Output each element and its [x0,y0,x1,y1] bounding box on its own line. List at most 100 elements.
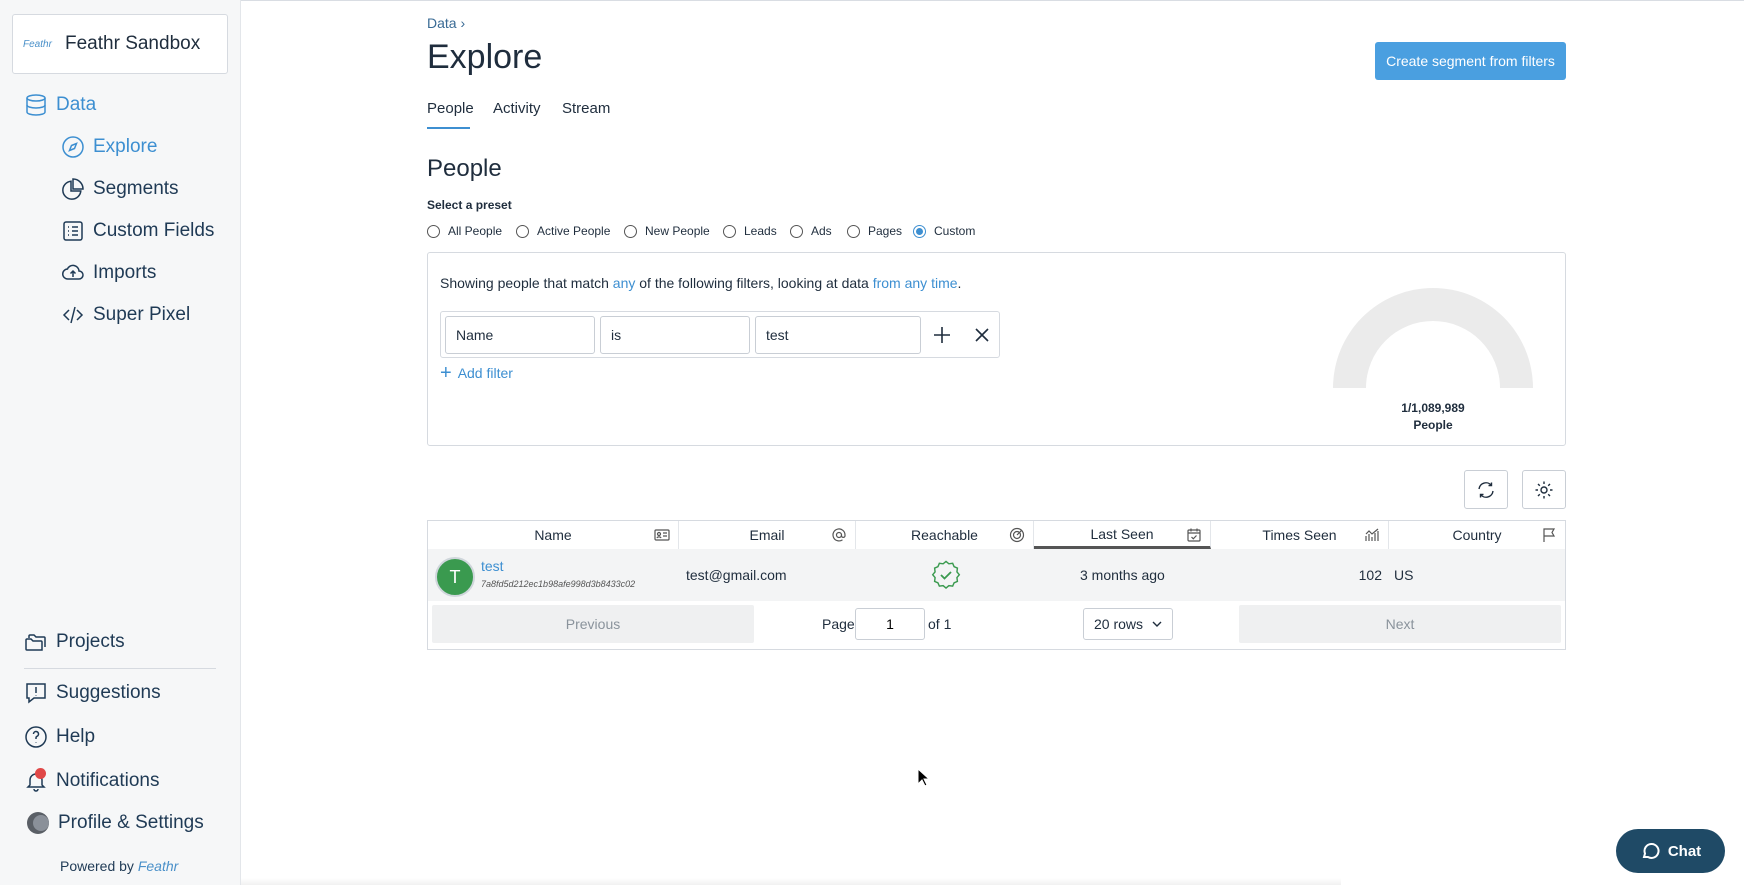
profile-avatar-icon [27,812,49,834]
column-label: Country [1452,527,1502,543]
sidebar-item-label: Imports [93,262,157,283]
remove-filter-button[interactable] [971,324,993,346]
tab-stream[interactable]: Stream [562,100,610,117]
radio-button-selected[interactable] [913,224,926,238]
sidebar-item-profile-settings[interactable]: Profile & Settings [26,811,204,835]
sidebar-item-explore[interactable]: Explore [61,135,157,159]
filter-description: Showing people that match any of the fol… [440,275,961,291]
id-card-icon [654,529,670,541]
sidebar-item-label: Super Pixel [93,304,191,325]
account-switcher[interactable]: Feathr Feathr Sandbox [12,14,228,74]
preset-label: Select a preset [427,198,512,212]
preset-custom[interactable]: Custom [913,224,975,238]
chat-bubble-icon [1642,842,1660,859]
sidebar-item-segments[interactable]: Segments [61,177,179,201]
column-header-name[interactable]: Name [428,521,679,549]
reachable-check-icon [931,560,961,589]
column-label: Reachable [911,527,978,543]
audience-count: 1/1,089,989 [1401,401,1465,415]
top-border [0,0,1744,1]
tab-activity[interactable]: Activity [493,100,541,117]
sidebar-item-label: Explore [93,136,158,157]
filter-panel: Showing people that match any of the fol… [427,252,1566,446]
sidebar-item-data[interactable]: Data [24,93,96,117]
chat-button[interactable]: Chat [1616,829,1725,873]
column-header-reachable[interactable]: Reachable [856,521,1034,549]
breadcrumb[interactable]: Data › [427,15,465,31]
preset-all-people[interactable]: All People [427,224,502,238]
sidebar-item-label: Profile & Settings [58,812,204,833]
filter-operator-select[interactable]: is [600,316,750,354]
column-header-email[interactable]: Email [679,521,856,549]
radio-label: Ads [811,224,832,238]
radio-button[interactable] [624,224,637,238]
radio-button[interactable] [847,224,860,238]
flag-icon [1543,528,1556,542]
gear-icon [1535,481,1553,498]
refresh-button[interactable] [1464,470,1508,509]
chevron-down-icon [1152,621,1162,627]
column-header-times-seen[interactable]: Times Seen [1211,521,1389,549]
column-header-last-seen[interactable]: Last Seen [1034,521,1211,549]
pagination: Previous Page of 1 20 rows Next [428,601,1565,649]
sidebar-item-help[interactable]: Help [24,725,95,749]
previous-page-button[interactable]: Previous [432,605,754,643]
radio-button[interactable] [723,224,736,238]
people-table: Name Email Reachable Last Seen Times See… [427,520,1566,650]
active-tab-indicator [427,127,470,129]
filter-value-input[interactable]: test [755,316,921,354]
plus-icon [934,327,950,343]
add-condition-button[interactable] [931,324,953,346]
radio-label: Active People [537,224,611,238]
radio-button[interactable] [516,224,529,238]
create-segment-button[interactable]: Create segment from filters [1375,42,1566,80]
sidebar-item-imports[interactable]: Imports [61,261,156,285]
table-row[interactable]: T test 7a8fd5d212ec1b98afe998d3b8433c02 … [428,549,1565,601]
column-label: Last Seen [1090,525,1154,542]
match-mode-link[interactable]: any [613,275,636,291]
time-range-link[interactable]: from any time [873,275,958,291]
sidebar-item-label: Segments [93,178,179,199]
radio-label: Custom [934,224,976,238]
radio-label: Pages [868,224,903,238]
radio-button[interactable] [427,224,440,238]
radio-button[interactable] [790,224,803,238]
page-number-input[interactable] [855,608,925,640]
preset-pages[interactable]: Pages [847,224,902,238]
feathr-brand[interactable]: Feathr [138,858,178,874]
powered-by-text: Powered by [60,858,134,874]
sidebar-item-label: Notifications [56,770,160,791]
sidebar-item-custom-fields[interactable]: Custom Fields [61,219,214,243]
preset-active-people[interactable]: Active People [516,224,610,238]
bottom-shadow [241,878,1341,885]
table-settings-button[interactable] [1522,470,1566,509]
person-name-link[interactable]: test [481,558,504,574]
preset-leads[interactable]: Leads [723,224,777,238]
preset-new-people[interactable]: New People [624,224,710,238]
sidebar-divider [24,668,216,669]
database-icon [26,94,46,116]
suggestion-icon [26,683,46,704]
at-sign-icon [832,528,846,542]
sidebar-item-super-pixel[interactable]: Super Pixel [61,303,190,327]
preset-ads[interactable]: Ads [790,224,832,238]
filter-desc-text: Showing people that match [440,275,613,291]
close-icon [975,328,989,342]
radio-label: Leads [744,224,777,238]
next-page-button[interactable]: Next [1239,605,1561,643]
sidebar-item-projects[interactable]: Projects [24,630,125,654]
add-filter-button[interactable]: + Add filter [440,363,513,383]
radio-label: New People [645,224,710,238]
sidebar-item-label: Data [56,94,97,115]
sidebar-item-suggestions[interactable]: Suggestions [24,681,161,705]
cloud-upload-icon [62,264,84,280]
column-header-country[interactable]: Country [1389,521,1565,549]
rows-per-page-select[interactable]: 20 rows [1083,608,1173,640]
chat-label: Chat [1667,842,1702,860]
column-label: Name [534,527,572,543]
person-id: 7a8fd5d212ec1b98afe998d3b8433c02 [481,579,636,589]
tab-people[interactable]: People [427,100,474,117]
filter-row: Name is test [440,311,1000,358]
powered-by: Powered by Feathr [60,858,178,874]
filter-field-select[interactable]: Name [445,316,595,354]
